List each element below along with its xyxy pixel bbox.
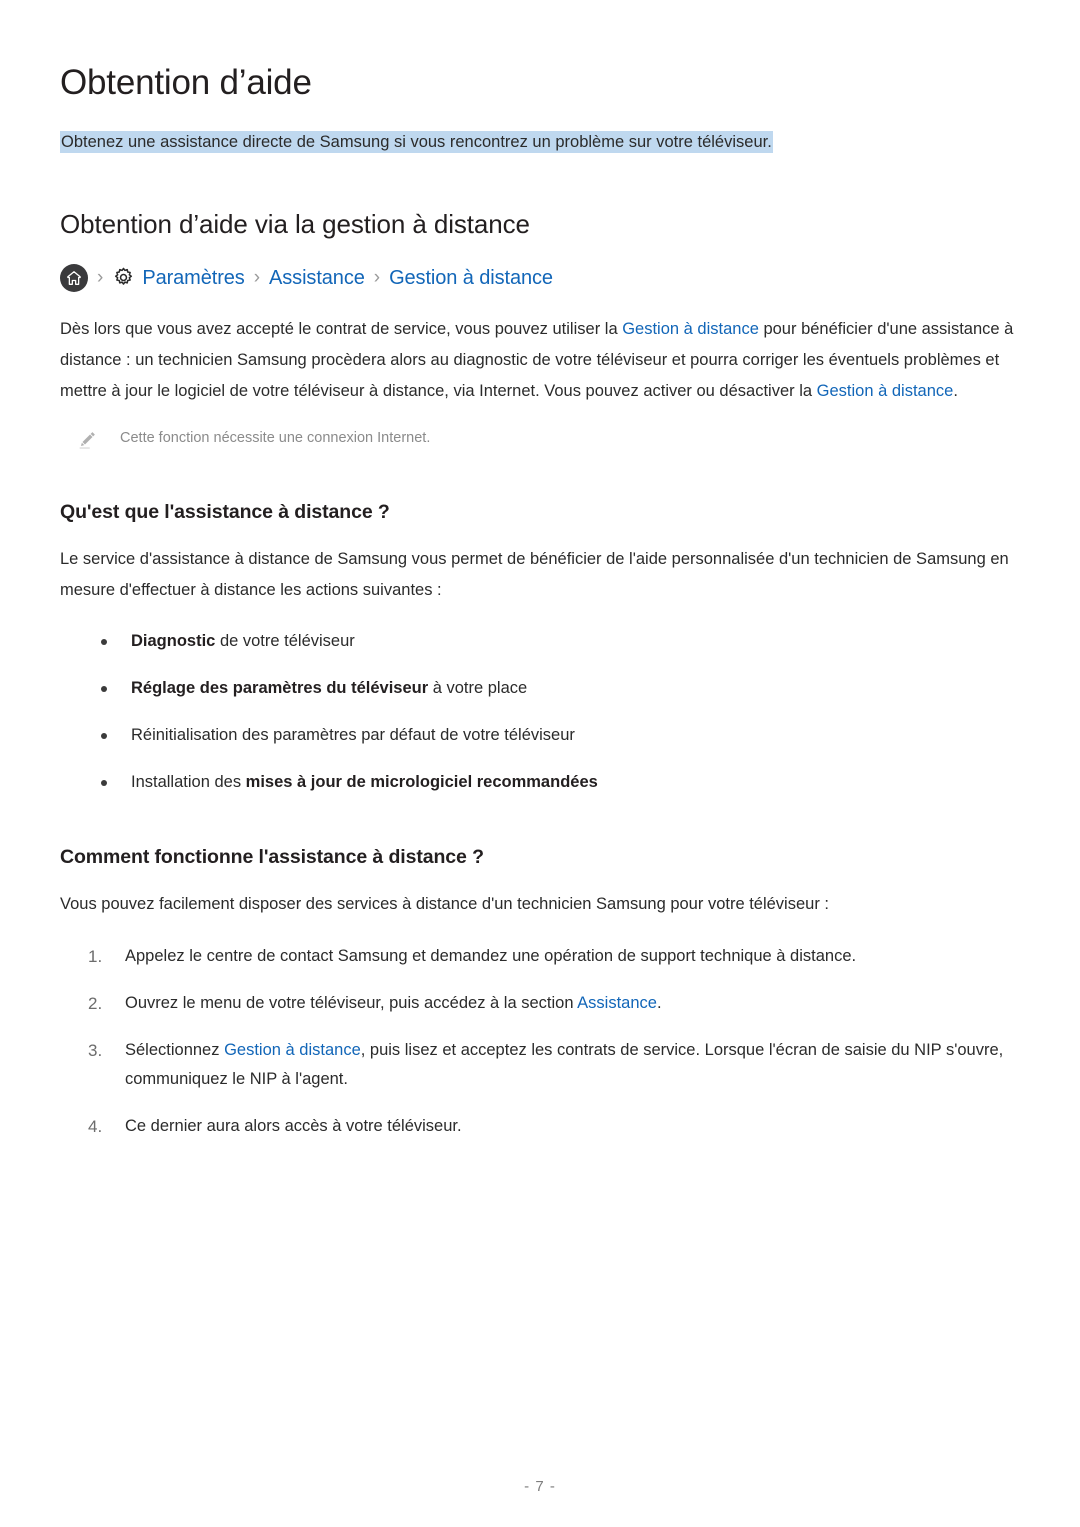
breadcrumb-item-assistance[interactable]: Assistance <box>269 268 365 288</box>
intro-highlight-row: Obtenez une assistance directe de Samsun… <box>60 130 1020 155</box>
paragraph-part-1: Dès lors que vous avez accepté le contra… <box>60 319 623 338</box>
intro-highlighted-text: Obtenez une assistance directe de Samsun… <box>60 131 773 153</box>
breadcrumb: › Paramètres › Assistance › Gestion à di… <box>60 263 1020 292</box>
list-item: 3. Sélectionnez Gestion à distance, puis … <box>60 1036 1020 1094</box>
list-item-bold: Réglage des paramètres du téléviseur <box>131 678 429 697</box>
link-assistance[interactable]: Assistance <box>577 994 657 1012</box>
note-row: Cette fonction nécessite une connexion I… <box>60 427 1020 451</box>
breadcrumb-item-gestion-a-distance[interactable]: Gestion à distance <box>389 268 553 288</box>
list-item: Diagnostic de votre téléviseur <box>60 628 1020 655</box>
step-number: 1. <box>88 946 103 966</box>
list-item-rest: à votre place <box>428 678 528 697</box>
note-text: Cette fonction nécessite une connexion I… <box>120 429 431 446</box>
step-number: 3. <box>88 1040 103 1060</box>
subheading-what-is: Qu'est que l'assistance à distance ? <box>60 500 390 523</box>
list-item: Installation des mises à jour de microlo… <box>60 769 1020 796</box>
list-item: 1. Appelez le centre de contact Samsung e… <box>60 942 1020 971</box>
page-footer: - 7 - <box>0 1478 1080 1495</box>
paragraph-part-3: . <box>953 381 958 400</box>
link-gestion-a-distance[interactable]: Gestion à distance <box>817 382 954 400</box>
list-item: 2. Ouvrez le menu de votre téléviseur, pu… <box>60 989 1020 1018</box>
home-icon[interactable] <box>60 263 88 292</box>
document-page: Obtention d’aide Obtenez une assistance … <box>0 0 1080 1527</box>
step-number: 2. <box>88 993 103 1013</box>
pencil-icon <box>76 429 98 451</box>
list-item-rest: Réinitialisation des paramètres par défa… <box>131 725 575 744</box>
section-paragraph: Dès lors que vous avez accepté le contra… <box>60 292 1020 407</box>
gear-icon <box>112 266 135 289</box>
list-item: Réinitialisation des paramètres par défa… <box>60 722 1020 749</box>
link-gestion-a-distance[interactable]: Gestion à distance <box>622 320 759 338</box>
step-text: Appelez le centre de contact Samsung et … <box>125 946 857 965</box>
page-title: Obtention d’aide <box>60 63 312 102</box>
link-gestion-a-distance[interactable]: Gestion à distance <box>224 1041 361 1059</box>
list-item: 4. Ce dernier aura alors accès à votre té… <box>60 1112 1020 1141</box>
step-text-tail: . <box>656 993 662 1012</box>
steps-list: 1. Appelez le centre de contact Samsung e… <box>60 920 1020 1141</box>
list-item-rest: de votre téléviseur <box>215 631 355 650</box>
subsection-how-intro: Vous pouvez facilement disposer des serv… <box>60 894 829 913</box>
step-text: Ouvrez le menu de votre téléviseur, puis… <box>125 993 578 1012</box>
list-item: Réglage des paramètres du téléviseur à v… <box>60 675 1020 702</box>
breadcrumb-separator: › <box>253 267 261 289</box>
subsection-what-intro: Le service d'assistance à distance de Sa… <box>60 549 1009 599</box>
step-text: Ce dernier aura alors accès à votre télé… <box>125 1116 462 1135</box>
subheading-how-it-works: Comment fonctionne l'assistance à distan… <box>60 845 484 868</box>
breadcrumb-separator: › <box>97 267 104 289</box>
list-item-lead: Installation des <box>131 772 246 791</box>
section-heading: Obtention d’aide via la gestion à distan… <box>60 208 530 239</box>
list-item-bold: mises à jour de micrologiciel recommandé… <box>245 772 598 791</box>
capabilities-list: Diagnostic de votre téléviseur Réglage d… <box>60 606 1020 796</box>
page-number: - 7 - <box>524 1478 556 1495</box>
step-number: 4. <box>88 1116 103 1136</box>
breadcrumb-separator: › <box>373 267 381 289</box>
list-item-bold: Diagnostic <box>131 631 216 650</box>
breadcrumb-item-parametres[interactable]: Paramètres <box>142 268 244 288</box>
step-text: Sélectionnez <box>125 1040 225 1059</box>
